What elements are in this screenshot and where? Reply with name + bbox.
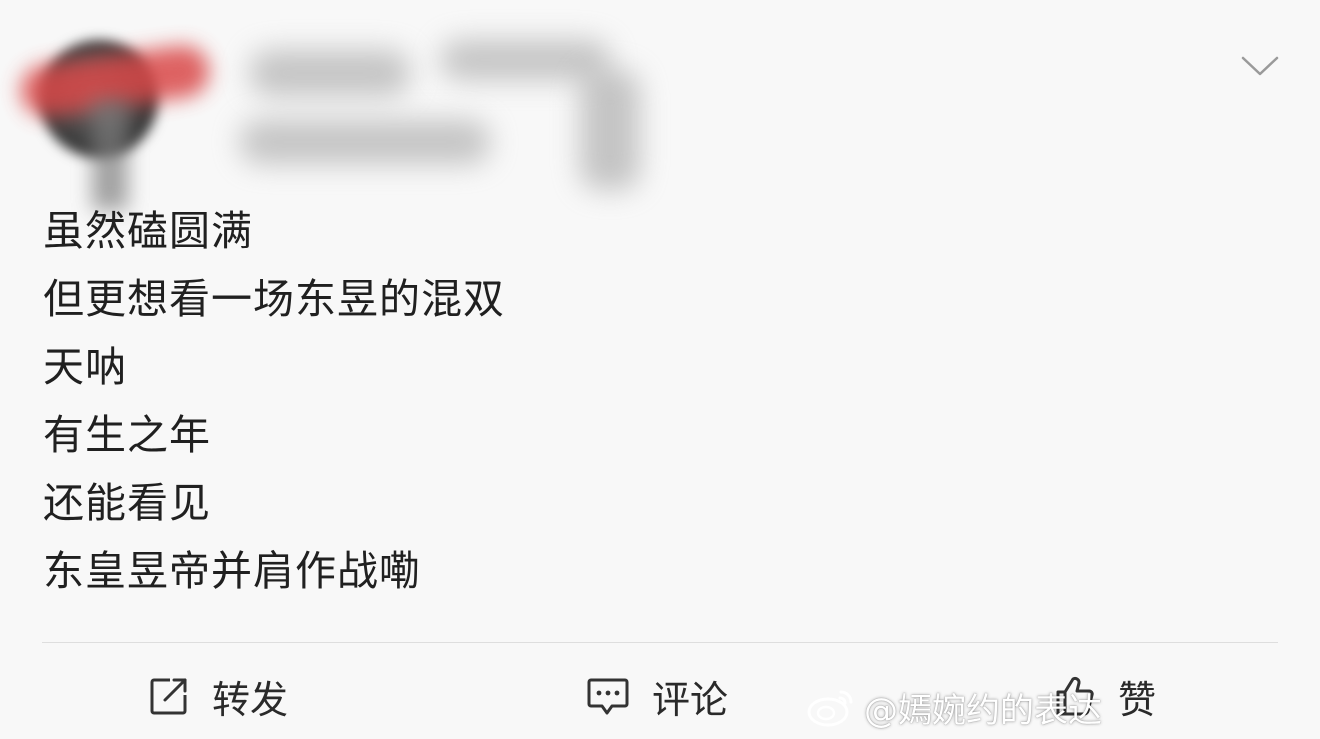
more-options-button[interactable] — [1236, 48, 1284, 84]
post-line: 天呐 — [43, 343, 127, 391]
post-line: 有生之年 — [43, 411, 211, 459]
comment-button[interactable]: 评论 — [586, 666, 728, 726]
post-line: 虽然磕圆满 — [43, 207, 253, 255]
blurred-username — [240, 40, 710, 190]
comment-bubble-icon — [587, 678, 629, 715]
redaction-mark — [92, 100, 128, 210]
comment-label: 评论 — [652, 677, 729, 722]
post-line: 还能看见 — [43, 479, 211, 527]
like-label: 赞 — [1118, 677, 1157, 722]
repost-button[interactable]: 转发 — [148, 666, 288, 726]
post-text: 虽然磕圆满 但更想看一场东昱的混双 天呐 有生之年 还能看见 东皇昱帝并肩作战嘞 — [43, 197, 505, 605]
watermark: @嫣婉约的表达 — [806, 680, 1102, 734]
post-header — [0, 0, 1320, 210]
post-line: 但更想看一场东昱的混双 — [43, 275, 505, 323]
weibo-logo-icon — [807, 690, 853, 727]
watermark-text: @嫣婉约的表达 — [864, 690, 1102, 731]
chevron-down-icon — [1241, 56, 1279, 76]
divider — [42, 642, 1278, 643]
repost-label: 转发 — [212, 677, 289, 722]
post-line: 东皇昱帝并肩作战嘞 — [43, 547, 421, 595]
share-square-icon — [150, 678, 187, 715]
